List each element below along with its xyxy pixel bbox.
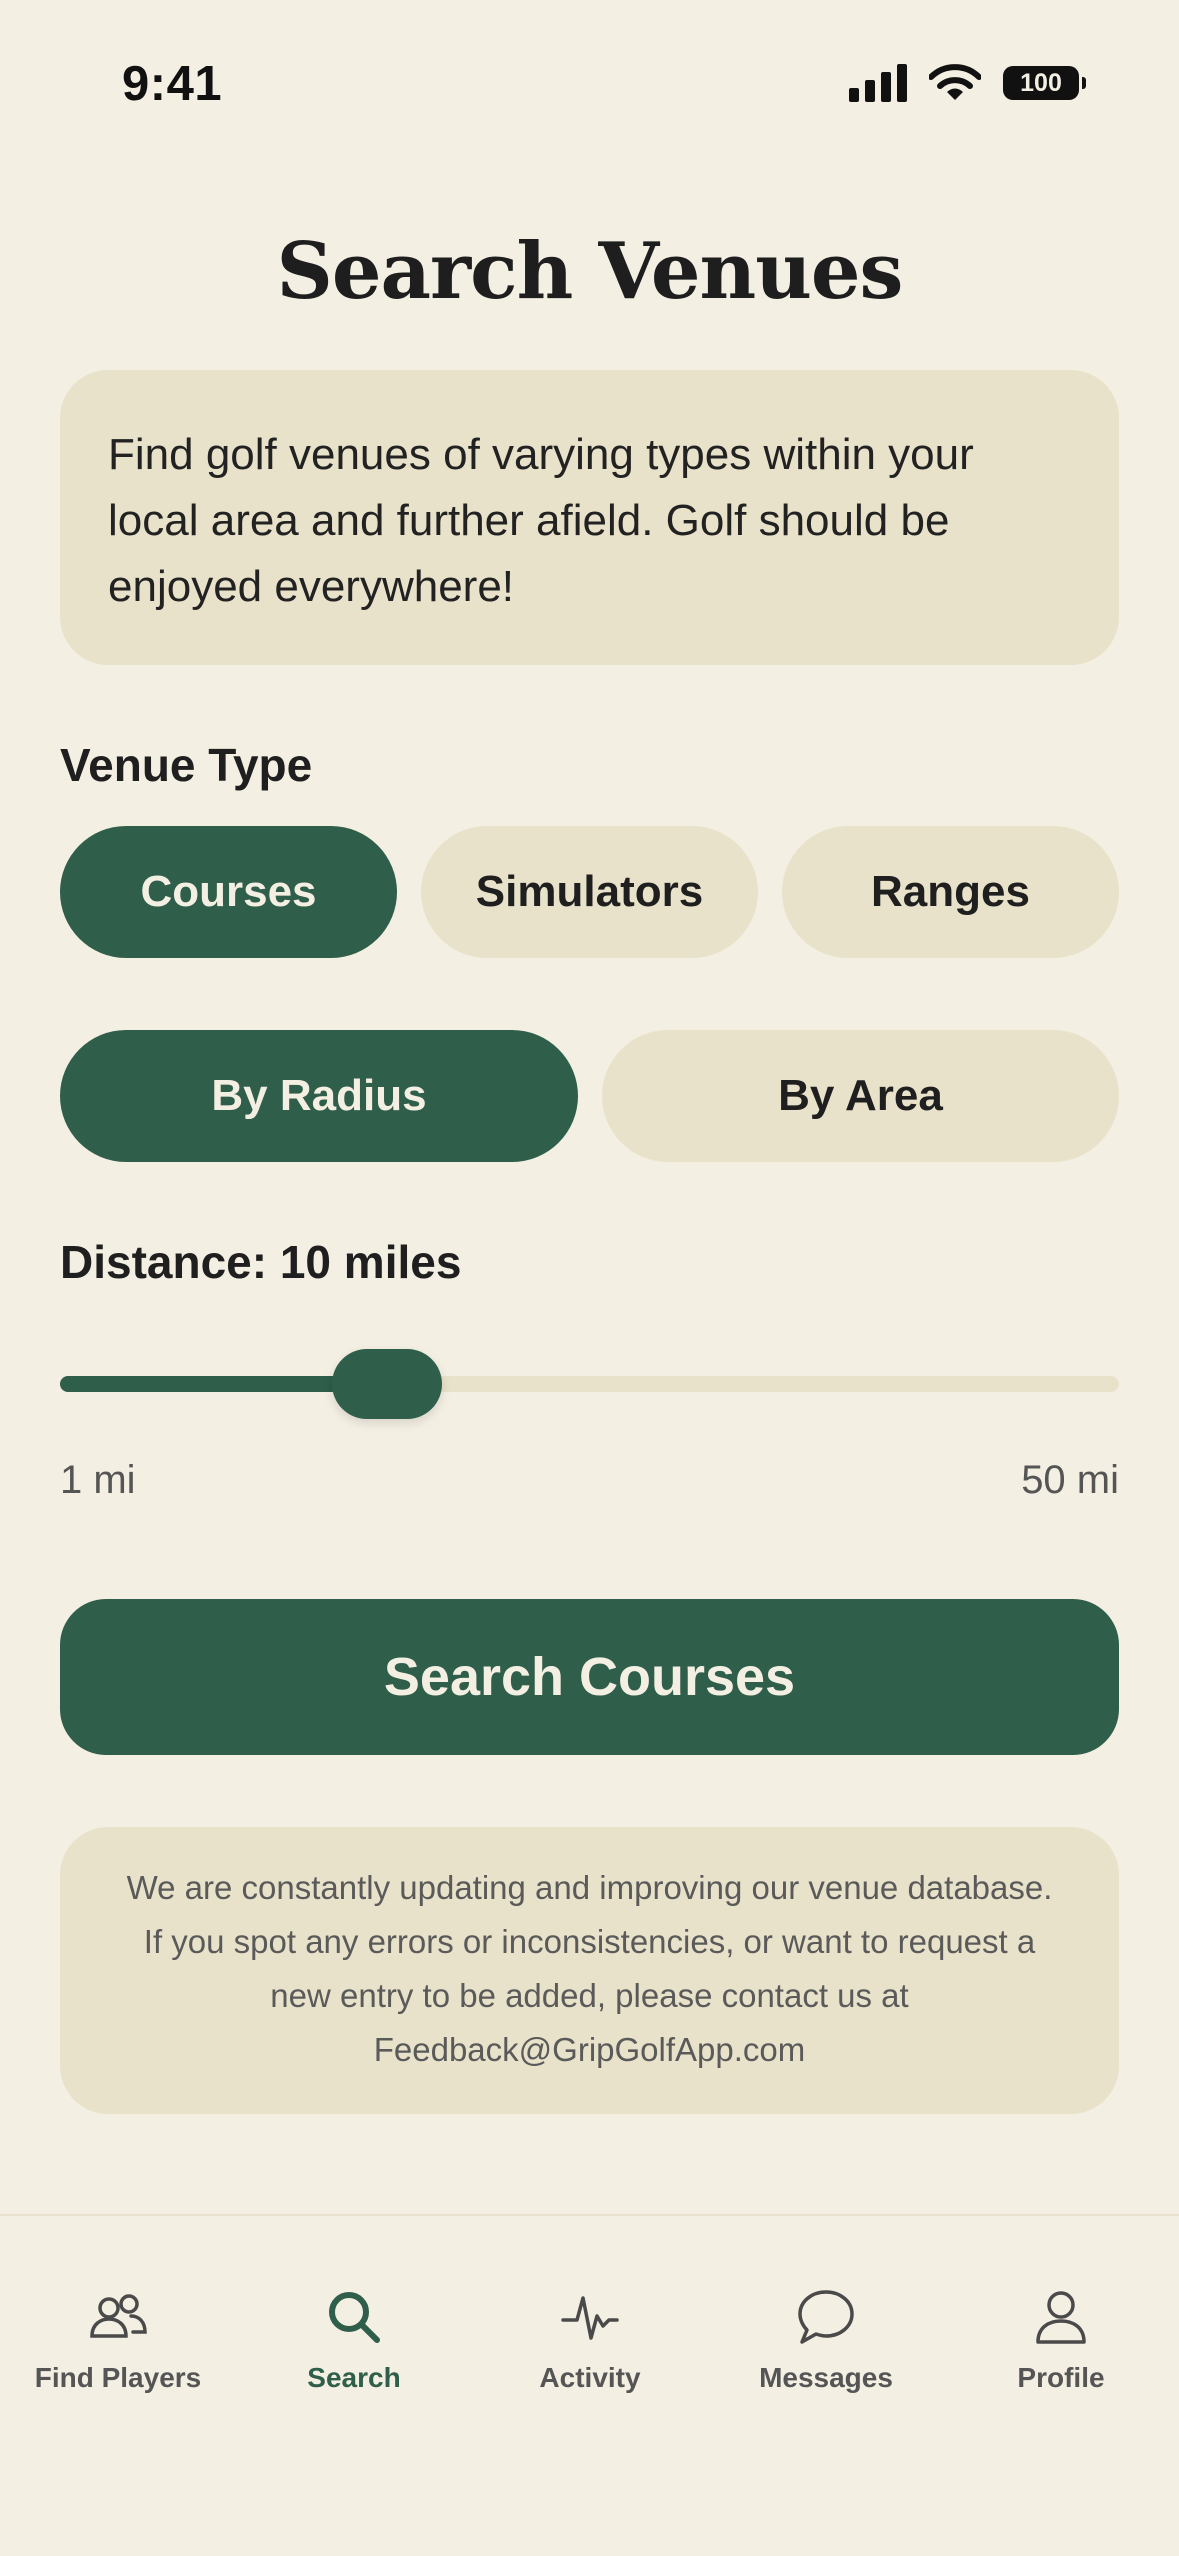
search-courses-button[interactable]: Search Courses <box>60 1599 1119 1755</box>
distance-slider-thumb[interactable] <box>332 1349 443 1419</box>
battery-icon: 100 <box>1003 66 1086 100</box>
distance-slider-track[interactable] <box>60 1376 1119 1392</box>
page-title: Search Venues <box>276 226 904 317</box>
tab-activity[interactable]: Activity <box>472 2286 708 2394</box>
battery-level: 100 <box>1020 68 1062 97</box>
tab-label-activity: Activity <box>539 2362 641 2393</box>
tab-profile[interactable]: Profile <box>943 2286 1179 2394</box>
tab-search[interactable]: Search <box>236 2286 472 2394</box>
status-time: 9:41 <box>122 57 223 111</box>
status-icons: 100 <box>849 64 1086 102</box>
venue-type-simulators-button[interactable]: Simulators <box>421 826 758 958</box>
intro-text: Find golf venues of varying types within… <box>108 430 974 611</box>
signal-icon <box>849 64 907 102</box>
tab-label-search: Search <box>307 2362 401 2393</box>
tab-find-players[interactable]: Find Players <box>0 2286 236 2394</box>
tab-messages[interactable]: Messages <box>708 2286 944 2394</box>
pulse-icon <box>561 2296 619 2340</box>
feedback-notice-card: We are constantly updating and improving… <box>60 1827 1119 2114</box>
venue-type-label: Venue Type <box>60 739 313 791</box>
by-area-button[interactable]: By Area <box>602 1030 1119 1162</box>
tab-label-messages: Messages <box>759 2362 893 2393</box>
person-icon <box>1036 2291 1086 2344</box>
tab-label-profile: Profile <box>1017 2362 1105 2393</box>
search-icon <box>329 2292 380 2343</box>
intro-card: Find golf venues of varying types within… <box>60 370 1119 665</box>
tab-label-find-players: Find Players <box>34 2362 202 2393</box>
search-venues-screen: 9:41 100 Search Venues Find golf venues … <box>0 0 1179 2556</box>
venue-type-courses-button[interactable]: Courses <box>60 826 397 958</box>
bottom-tab-bar: Find Players Search Activity Messages Pr… <box>0 2214 1179 2556</box>
by-radius-button[interactable]: By Radius <box>60 1030 578 1162</box>
distance-min-label: 1 mi <box>60 1458 136 1502</box>
people-icon <box>90 2294 147 2338</box>
distance-max-label: 50 mi <box>1021 1458 1119 1502</box>
chat-bubble-icon <box>798 2290 854 2344</box>
venue-type-ranges-button[interactable]: Ranges <box>782 826 1119 958</box>
wifi-icon <box>929 64 981 100</box>
feedback-notice-text: We are constantly updating and improving… <box>126 1869 1053 2068</box>
distance-label: Distance: 10 miles <box>60 1236 462 1288</box>
